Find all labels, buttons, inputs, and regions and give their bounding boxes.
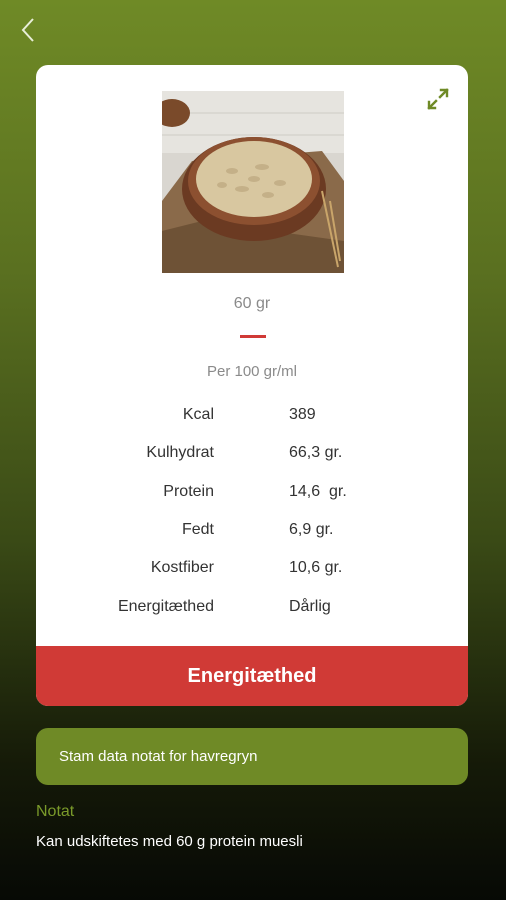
- expand-icon: [427, 88, 449, 110]
- nutrition-value: Dårlig: [289, 598, 331, 615]
- nutrition-label: Fedt: [181, 521, 214, 538]
- note-button[interactable]: Stam data notat for havregryn: [36, 728, 468, 785]
- note-text: Kan udskiftetes med 60 g protein muesli: [36, 833, 303, 850]
- per-label: Per 100 gr/ml: [206, 363, 298, 380]
- serving-amount: 60 gr: [233, 295, 271, 312]
- food-image: [162, 91, 344, 273]
- nutrition-label: Protein: [163, 483, 214, 500]
- nutrition-row-kostfiber: Kostfiber 10,6 gr.: [36, 559, 468, 583]
- nutrition-label: Kulhydrat: [146, 444, 214, 461]
- food-detail-card: 60 gr Per 100 gr/ml Kcal 389 Kulhydrat 6…: [36, 65, 468, 706]
- nutrition-row-fedt: Fedt 6,9 gr.: [36, 521, 468, 545]
- nutrition-row-energitaethed: Energitæthed Dårlig: [36, 598, 468, 622]
- back-button[interactable]: [12, 14, 44, 46]
- nutrition-row-kcal: Kcal 389: [36, 406, 468, 430]
- nutrition-value: 66,3 gr.: [289, 444, 343, 461]
- divider: [240, 335, 266, 338]
- nutrition-value: 389: [289, 406, 316, 423]
- nutrition-label: Energitæthed: [117, 598, 214, 615]
- expand-button[interactable]: [426, 87, 450, 111]
- nutrition-row-kulhydrat: Kulhydrat 66,3 gr.: [36, 444, 468, 468]
- chevron-left-icon: [21, 18, 34, 42]
- nutrition-value: 10,6 gr.: [289, 559, 343, 576]
- nutrition-value: 14,6 gr.: [289, 483, 347, 500]
- nutrition-value: 6,9 gr.: [289, 521, 334, 538]
- energy-density-button[interactable]: Energitæthed: [36, 646, 468, 706]
- nutrition-label: Kostfiber: [150, 559, 214, 576]
- nutrition-label: Kcal: [182, 406, 214, 423]
- nutrition-row-protein: Protein 14,6 gr.: [36, 483, 468, 507]
- note-label: Notat: [36, 803, 75, 820]
